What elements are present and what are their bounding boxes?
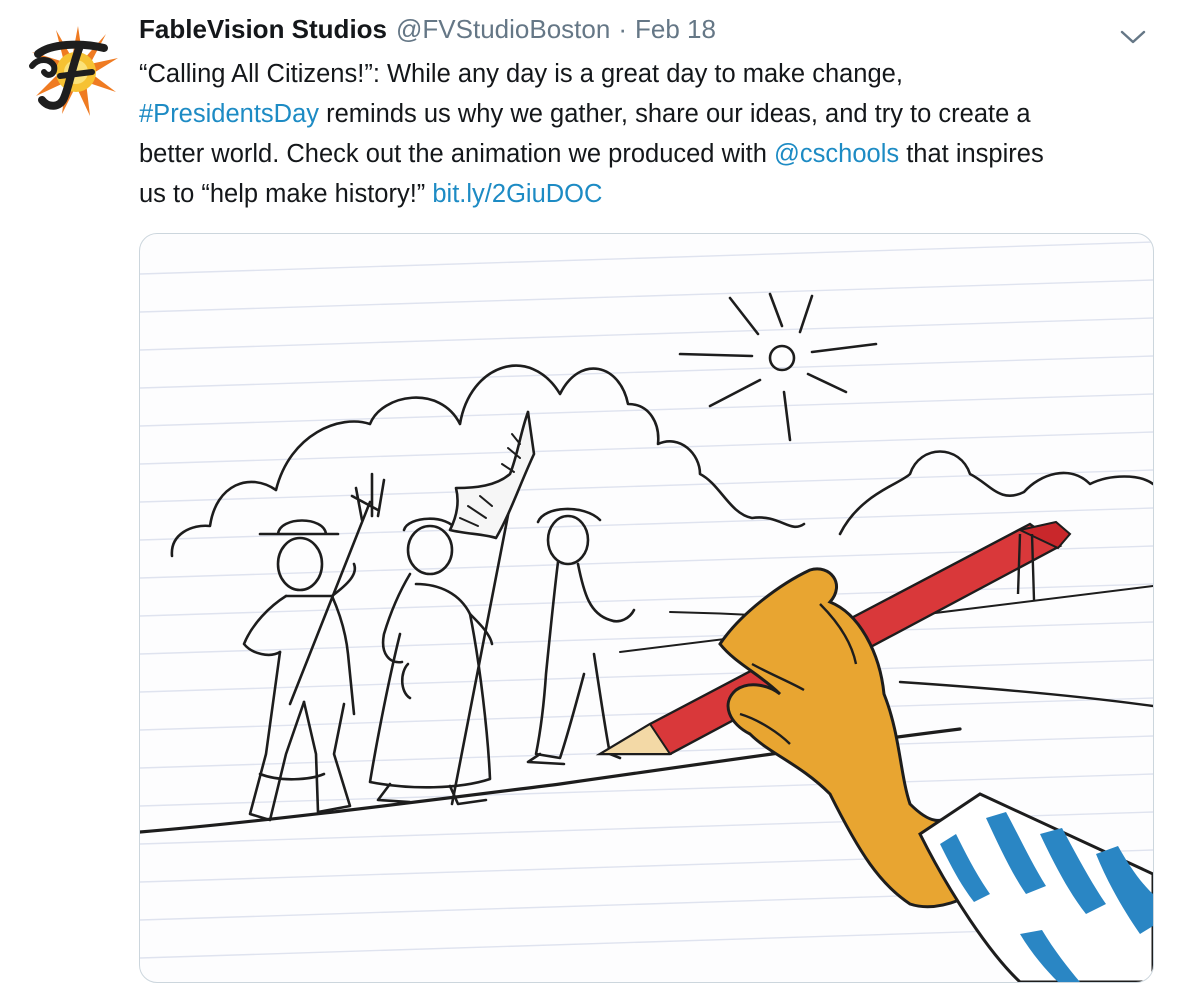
tweet-text-line4-start: us to “help make history!” (139, 180, 433, 208)
tweet-text-line3-end: that inspires (899, 140, 1044, 168)
separator-dot: · (618, 14, 627, 44)
animation-still-image (140, 241, 1153, 982)
url-link[interactable]: bit.ly/2GiuDOC (432, 180, 602, 208)
pointing-figure (526, 507, 636, 766)
tweet-text-line2: reminds us why we gather, share our idea… (319, 100, 1031, 128)
tweet-line-2: #PresidentsDay reminds us why we gather,… (139, 94, 1164, 134)
sun (768, 344, 796, 372)
striped-sleeve (918, 792, 1153, 982)
avatar[interactable] (20, 22, 120, 122)
tweet-line-3: better world. Check out the animation we… (139, 134, 1164, 174)
hashtag-link[interactable]: #PresidentsDay (139, 100, 319, 128)
tweet-menu-button[interactable] (1118, 26, 1148, 48)
fablevision-logo-icon (29, 26, 118, 116)
chevron-down-icon (1120, 30, 1146, 44)
tweet-text-line1: “Calling All Citizens!”: While any day i… (139, 60, 903, 88)
tweet-text: “Calling All Citizens!”: While any day i… (139, 54, 1164, 214)
media-card[interactable] (139, 233, 1154, 983)
cloud-outline-right (838, 450, 1153, 536)
tweet-date[interactable]: Feb 18 (635, 14, 716, 45)
tweet-text-line3-start: better world. Check out the animation we… (139, 140, 775, 168)
mention-link[interactable]: @cschools (774, 140, 899, 168)
tweet-header: FableVision Studios @FVStudioBoston · Fe… (139, 14, 716, 54)
author-name[interactable]: FableVision Studios (139, 14, 387, 45)
author-handle[interactable]: @FVStudioBoston (396, 14, 610, 45)
tweet-line-4: us to “help make history!” bit.ly/2GiuDO… (139, 174, 1164, 214)
tweet-line-1: “Calling All Citizens!”: While any day i… (139, 54, 1164, 94)
